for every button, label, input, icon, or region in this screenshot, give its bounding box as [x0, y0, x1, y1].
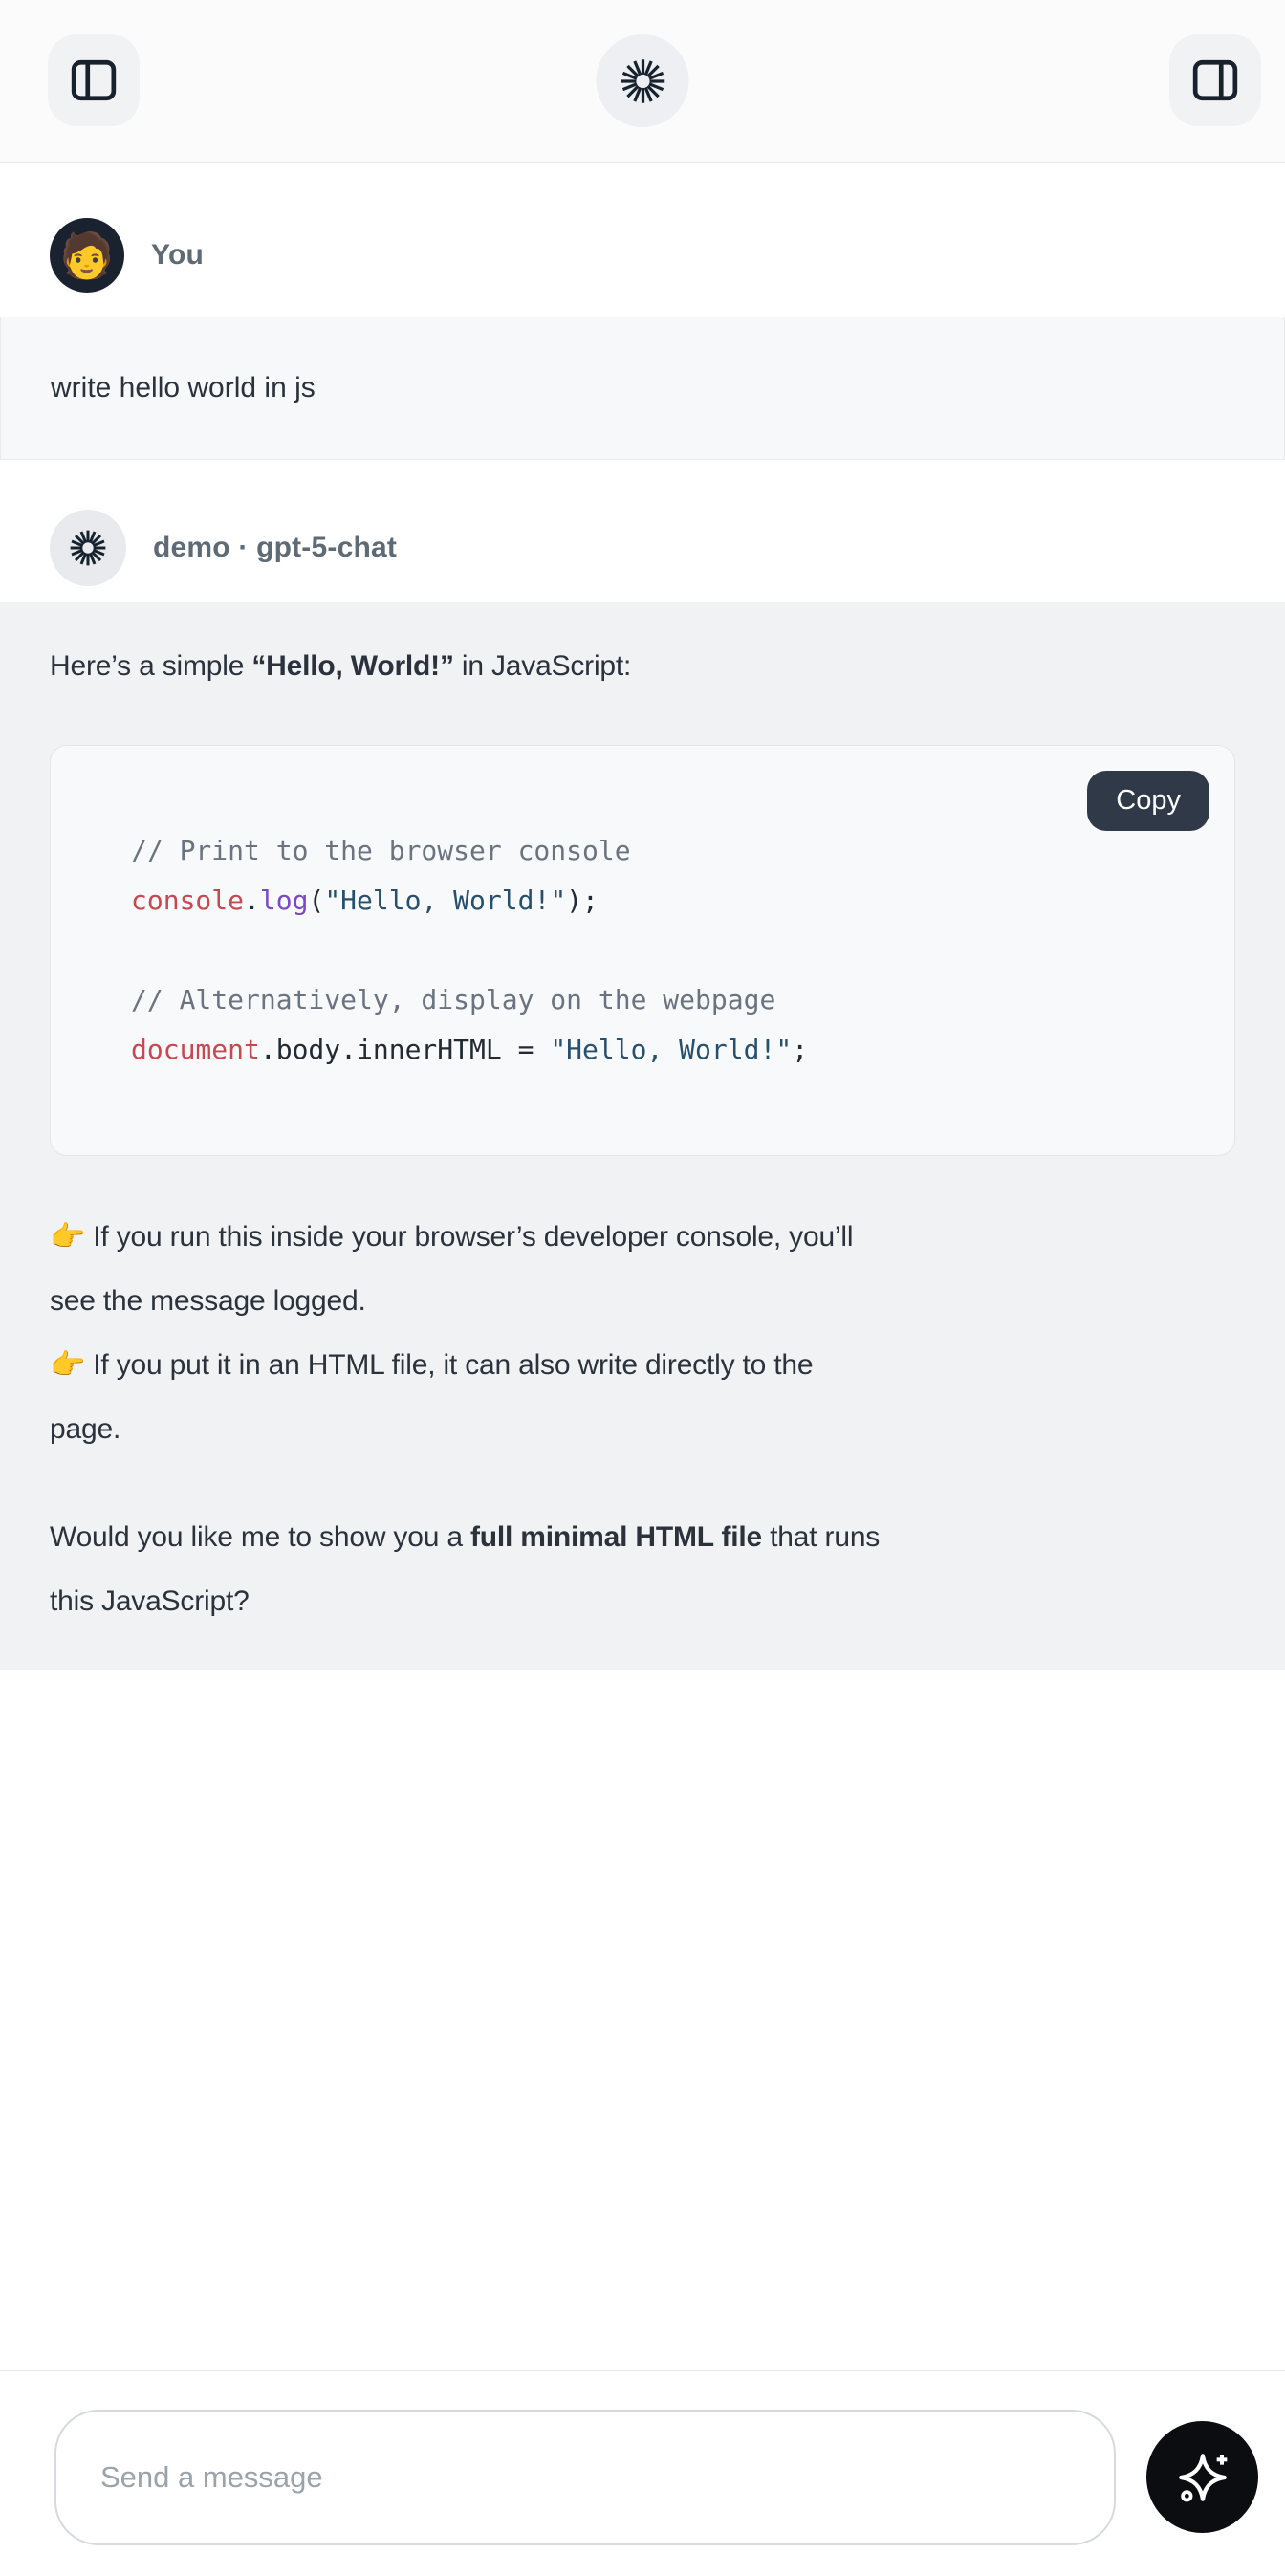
- assistant-sender-label: demo · gpt-5-chat: [153, 532, 397, 564]
- top-bar: [0, 0, 1285, 163]
- code-line: // Print to the browser console: [131, 826, 1154, 876]
- user-message-bubble: write hello world in js: [0, 317, 1285, 460]
- sidebar-toggle-button[interactable]: [48, 34, 140, 126]
- intro-paragraph: Here’s a simple “Hello, World!” in JavaS…: [50, 634, 1235, 698]
- model-logo-button[interactable]: [597, 34, 689, 127]
- tips-paragraph: 👉 If you run this inside your browser’s …: [50, 1205, 1235, 1461]
- tip-line: 👉 If you run this inside your browser’s …: [50, 1205, 1235, 1269]
- panel-left-icon: [70, 56, 118, 104]
- assistant-avatar: [50, 510, 126, 586]
- user-message-header: 🧑 You: [0, 218, 1285, 293]
- user-message-text: write hello world in js: [51, 369, 1234, 407]
- code-line: [131, 926, 1154, 975]
- code-line: // Alternatively, display on the webpage: [131, 975, 1154, 1025]
- person-emoji-icon: 🧑: [59, 233, 114, 277]
- send-button[interactable]: [1146, 2421, 1258, 2533]
- followup-paragraph: Would you like me to show you a full min…: [50, 1505, 1235, 1633]
- starburst-logo-icon: [68, 528, 108, 568]
- panel-toggle-button[interactable]: [1169, 34, 1261, 126]
- user-sender-label: You: [151, 239, 204, 272]
- tip-line: page.: [50, 1397, 1235, 1461]
- followup-line: Would you like me to show you a full min…: [50, 1505, 1235, 1569]
- code-block: Copy // Print to the browser consolecons…: [50, 745, 1235, 1156]
- assistant-message-header: demo · gpt-5-chat: [0, 510, 1285, 586]
- composer-bar: [0, 2370, 1285, 2576]
- code-content: // Print to the browser consoleconsole.l…: [51, 746, 1234, 1155]
- tip-line: see the message logged.: [50, 1269, 1235, 1333]
- followup-line: this JavaScript?: [50, 1569, 1235, 1633]
- assistant-message-body: Here’s a simple “Hello, World!” in JavaS…: [0, 602, 1285, 1670]
- tip-line: 👉 If you put it in an HTML file, it can …: [50, 1333, 1235, 1397]
- user-avatar: 🧑: [50, 218, 124, 293]
- panel-right-icon: [1191, 56, 1239, 104]
- code-line: document.body.innerHTML = "Hello, World!…: [131, 1025, 1154, 1075]
- starburst-logo-icon: [618, 56, 667, 106]
- code-line: console.log("Hello, World!");: [131, 876, 1154, 926]
- copy-code-button[interactable]: Copy: [1087, 771, 1209, 831]
- sparkle-plus-icon: [1172, 2447, 1233, 2508]
- chat-app: { "header": { "icons": { "left": "panel-…: [0, 0, 1285, 2576]
- message-input[interactable]: [54, 2410, 1116, 2545]
